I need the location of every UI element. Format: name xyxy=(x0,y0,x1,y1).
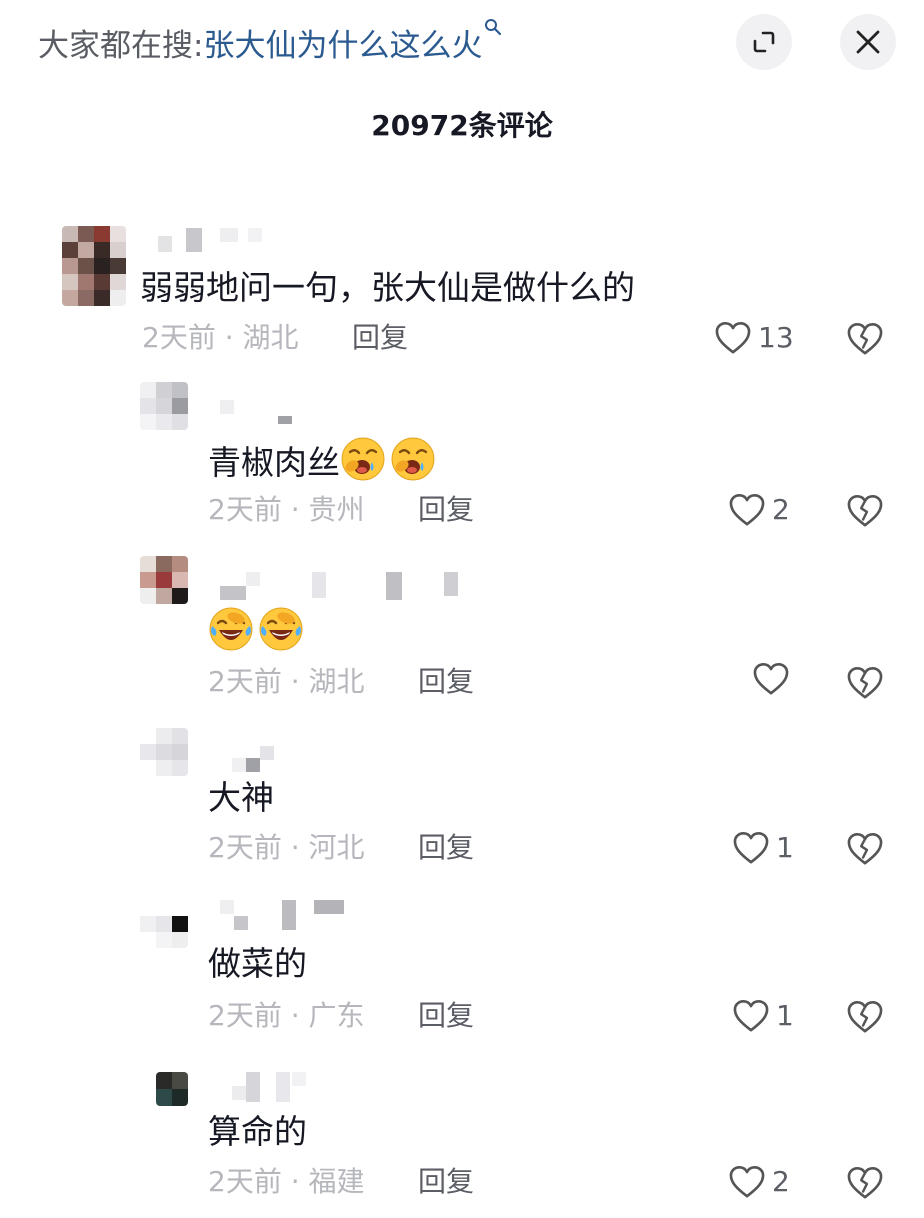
dislike-broken-heart-icon[interactable] xyxy=(846,1000,884,1034)
comment-text: 大神 xyxy=(208,778,274,817)
reply-button[interactable]: 回复 xyxy=(352,318,408,358)
comment-meta: 2天前 · 湖北 xyxy=(142,321,299,354)
comment-text-content: 青椒肉丝 xyxy=(208,443,340,482)
like-button[interactable]: 13 xyxy=(714,318,794,358)
reply-button[interactable]: 回复 xyxy=(418,828,474,868)
comment-meta: 2天前 · 福建 xyxy=(208,1165,365,1198)
comment-text: 算命的 xyxy=(208,1112,307,1151)
like-count: 2 xyxy=(772,1165,790,1198)
like-count: 2 xyxy=(772,493,790,526)
avatar[interactable] xyxy=(62,226,126,306)
avatar[interactable] xyxy=(140,728,188,776)
dislike-broken-heart-icon[interactable] xyxy=(846,494,884,528)
heart-icon xyxy=(714,321,752,355)
expand-button[interactable] xyxy=(736,14,792,70)
reply-button[interactable]: 回复 xyxy=(418,490,474,530)
like-button[interactable]: 1 xyxy=(732,828,794,868)
reply-button[interactable]: 回复 xyxy=(418,1162,474,1202)
comment-text xyxy=(208,606,308,655)
username-redacted[interactable] xyxy=(220,400,292,424)
heart-icon xyxy=(732,999,770,1033)
like-button[interactable] xyxy=(752,662,796,696)
dislike-broken-heart-icon[interactable] xyxy=(846,832,884,866)
comment-meta: 2天前 · 湖北 xyxy=(208,665,365,698)
crying-yawn-emoji-icon xyxy=(390,436,436,482)
close-button[interactable] xyxy=(840,14,896,70)
comment-meta: 2天前 · 河北 xyxy=(208,831,365,864)
search-suggestion-prefix: 大家都在搜: xyxy=(38,28,204,64)
like-button[interactable]: 1 xyxy=(732,996,794,1036)
search-icon xyxy=(484,18,502,36)
reply-button[interactable]: 回复 xyxy=(418,996,474,1036)
close-icon xyxy=(856,30,880,54)
comment-text: 做菜的 xyxy=(208,944,307,983)
search-suggestion-query[interactable]: 张大仙为什么这么火 xyxy=(203,28,482,64)
comment-count: 20972条评论 xyxy=(371,109,553,142)
like-count: 13 xyxy=(758,321,794,354)
expand-icon xyxy=(753,31,775,53)
avatar[interactable] xyxy=(140,900,188,948)
heart-icon xyxy=(732,831,770,865)
username-redacted[interactable] xyxy=(232,746,274,772)
like-button[interactable]: 2 xyxy=(728,490,790,530)
like-count: 1 xyxy=(776,831,794,864)
reply-button[interactable]: 回复 xyxy=(418,662,474,702)
comment-text: 青椒肉丝 xyxy=(208,436,440,485)
dislike-broken-heart-icon[interactable] xyxy=(846,1166,884,1200)
search-suggestion[interactable]: 大家都在搜:张大仙为什么这么火 xyxy=(38,18,502,70)
username-redacted[interactable] xyxy=(158,228,262,252)
avatar[interactable] xyxy=(156,1072,188,1106)
crying-yawn-emoji-icon xyxy=(340,436,386,482)
like-count: 1 xyxy=(776,999,794,1032)
username-redacted[interactable] xyxy=(220,900,344,930)
comment-text: 弱弱地问一句，张大仙是做什么的 xyxy=(140,268,635,307)
heart-icon xyxy=(728,1165,766,1199)
avatar[interactable] xyxy=(140,382,188,430)
heart-icon xyxy=(728,493,766,527)
heart-icon xyxy=(752,662,790,696)
dislike-broken-heart-icon[interactable] xyxy=(846,322,884,356)
laughing-tears-emoji-icon xyxy=(208,606,254,652)
avatar[interactable] xyxy=(140,556,188,604)
comment-meta: 2天前 · 贵州 xyxy=(208,493,365,526)
dislike-broken-heart-icon[interactable] xyxy=(846,666,884,700)
comment-meta: 2天前 · 广东 xyxy=(208,999,365,1032)
username-redacted[interactable] xyxy=(220,572,458,600)
like-button[interactable]: 2 xyxy=(728,1162,790,1202)
username-redacted[interactable] xyxy=(232,1072,306,1102)
laughing-tears-emoji-icon xyxy=(258,606,304,652)
